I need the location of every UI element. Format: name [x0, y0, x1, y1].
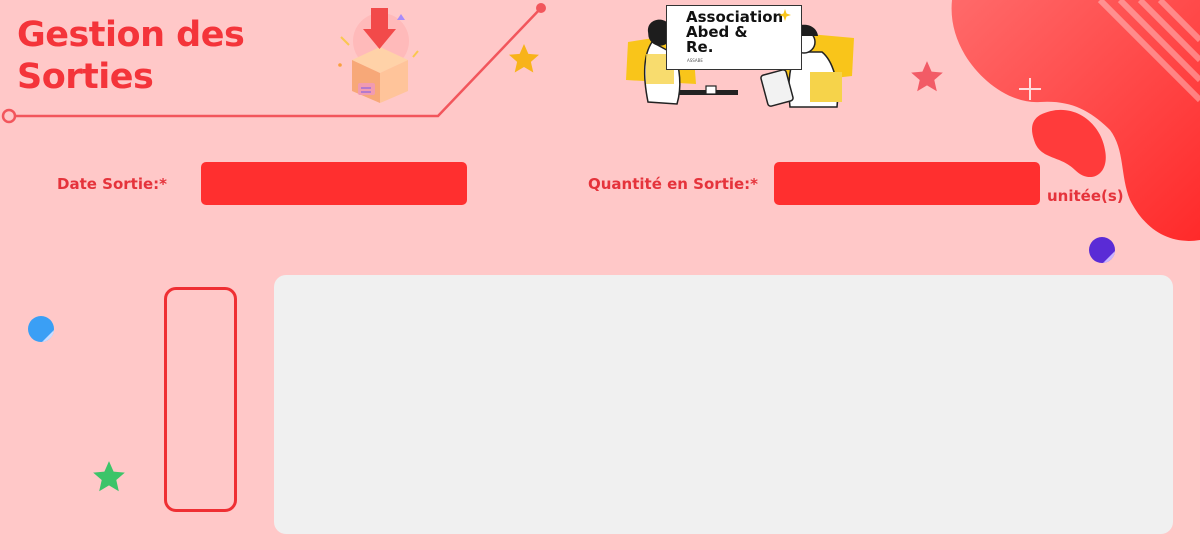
side-panel[interactable] [164, 287, 237, 512]
content-panel[interactable] [274, 275, 1173, 534]
star-icon [911, 61, 943, 92]
logo-line3: Re. [686, 38, 714, 56]
dot-icon [1089, 237, 1115, 263]
page-title: Gestion des Sorties [17, 14, 245, 98]
quantity-label: Quantité en Sortie:* [588, 175, 759, 193]
logo-text: Association Abed & Re. [686, 10, 783, 55]
sparkle-icon [779, 9, 791, 21]
date-input[interactable] [201, 162, 467, 205]
page-title-line1: Gestion des [17, 15, 245, 55]
quantity-input[interactable] [774, 162, 1040, 205]
date-label: Date Sortie:* [57, 175, 167, 193]
star-icon [93, 461, 125, 492]
star-icon [509, 44, 539, 73]
dot-icon [28, 316, 54, 342]
download-box-icon [338, 8, 419, 103]
association-logo: Association Abed & Re. ASSABE [666, 5, 802, 70]
logo-tagline: ASSABE [687, 58, 703, 63]
page-title-line2: Sorties [17, 57, 154, 97]
unit-label: unitée(s) [1047, 187, 1124, 205]
decor-blob [951, 0, 1200, 241]
